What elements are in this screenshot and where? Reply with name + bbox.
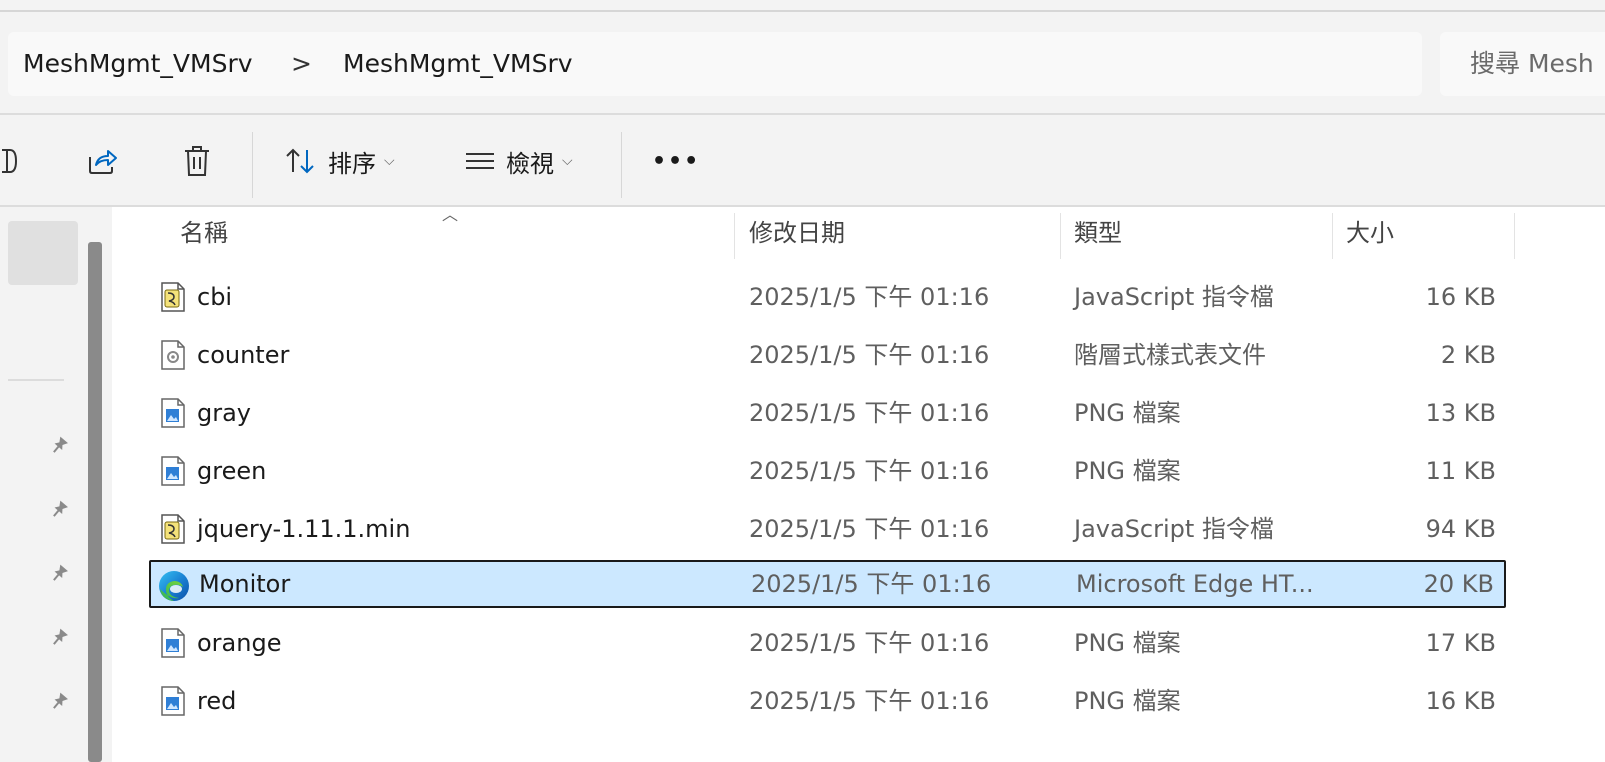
- column-resize-handle[interactable]: [1060, 213, 1061, 259]
- pin-icon[interactable]: [48, 563, 70, 585]
- command-bar: 排序 ⌵ 檢視 ⌵ •••: [0, 118, 1605, 204]
- file-row[interactable]: orange 2025/1/5 下午 01:16 PNG 檔案 17 KB: [149, 619, 1506, 667]
- file-row-selected[interactable]: Monitor 2025/1/5 下午 01:16 Microsoft Edge…: [149, 560, 1506, 608]
- file-size: 16 KB: [1425, 687, 1496, 715]
- address-bar[interactable]: MeshMgmt_VMSrv > MeshMgmt_VMSrv: [8, 32, 1422, 96]
- image-file-icon: [161, 398, 185, 428]
- file-type: PNG 檔案: [1074, 399, 1181, 427]
- file-row[interactable]: red 2025/1/5 下午 01:16 PNG 檔案 16 KB: [149, 677, 1506, 725]
- trash-icon: [185, 146, 209, 176]
- image-file-icon: [161, 686, 185, 716]
- view-list-icon: [466, 153, 494, 169]
- edge-html-file-icon: [159, 571, 189, 601]
- file-size: 20 KB: [1423, 570, 1494, 598]
- file-name: jquery-1.11.1.min: [197, 515, 411, 543]
- file-size: 13 KB: [1425, 399, 1496, 427]
- file-size: 2 KB: [1440, 341, 1496, 369]
- sort-ascending-icon: ︿: [442, 205, 459, 224]
- pin-icon[interactable]: [48, 499, 70, 521]
- window-top-border: [0, 10, 1605, 12]
- view-label: 檢視: [506, 149, 554, 178]
- file-type: PNG 檔案: [1074, 687, 1181, 715]
- pin-icon[interactable]: [48, 627, 70, 649]
- chevron-down-icon: ⌵: [384, 153, 395, 169]
- file-name: red: [197, 687, 237, 715]
- view-button[interactable]: 檢視 ⌵: [464, 118, 573, 204]
- image-file-icon: [161, 456, 185, 486]
- file-size: 94 KB: [1425, 515, 1496, 543]
- file-type: JavaScript 指令檔: [1074, 515, 1274, 543]
- delete-button[interactable]: [182, 118, 212, 204]
- file-size: 16 KB: [1425, 283, 1496, 311]
- file-name: counter: [197, 341, 290, 369]
- script-file-icon: [161, 282, 185, 312]
- divider: [0, 113, 1605, 115]
- file-date: 2025/1/5 下午 01:16: [751, 570, 992, 598]
- file-type: Microsoft Edge HT...: [1076, 570, 1314, 598]
- pin-icon[interactable]: [48, 691, 70, 713]
- file-date: 2025/1/5 下午 01:16: [749, 687, 990, 715]
- nav-scrollbar[interactable]: [88, 242, 102, 762]
- sort-arrows-icon: [286, 148, 314, 174]
- rename-icon: [2, 149, 18, 173]
- file-date: 2025/1/5 下午 01:16: [749, 515, 990, 543]
- column-resize-handle[interactable]: [734, 213, 735, 259]
- navigation-pane: [0, 207, 80, 762]
- file-row[interactable]: counter 2025/1/5 下午 01:16 階層式樣式表文件 2 KB: [149, 331, 1506, 379]
- breadcrumb-item-parent[interactable]: MeshMgmt_VMSrv: [23, 32, 253, 96]
- toolbar-separator: [252, 132, 253, 198]
- file-row[interactable]: cbi 2025/1/5 下午 01:16 JavaScript 指令檔 16 …: [149, 273, 1506, 321]
- more-options-icon: •••: [652, 148, 701, 174]
- search-input-placeholder[interactable]: 搜尋 Mesh: [1470, 32, 1594, 96]
- see-more-button[interactable]: •••: [652, 118, 700, 204]
- css-file-icon: [161, 340, 185, 370]
- file-date: 2025/1/5 下午 01:16: [749, 457, 990, 485]
- breadcrumb-item-current[interactable]: MeshMgmt_VMSrv: [343, 32, 573, 96]
- column-header-date[interactable]: 修改日期: [749, 207, 845, 259]
- file-type: PNG 檔案: [1074, 457, 1181, 485]
- file-name: cbi: [197, 283, 233, 311]
- share-button[interactable]: [86, 118, 118, 204]
- file-type: JavaScript 指令檔: [1074, 283, 1274, 311]
- file-date: 2025/1/5 下午 01:16: [749, 283, 990, 311]
- column-resize-handle[interactable]: [1514, 213, 1515, 259]
- share-icon: [89, 150, 117, 174]
- file-row[interactable]: green 2025/1/5 下午 01:16 PNG 檔案 11 KB: [149, 447, 1506, 495]
- toolbar-separator: [621, 132, 622, 198]
- file-name: gray: [197, 399, 252, 427]
- file-list: ︿ 名稱 修改日期 類型 大小 cbi 2025/1/5 下午 01:16 Ja…: [112, 205, 1605, 762]
- file-size: 11 KB: [1425, 457, 1496, 485]
- nav-divider: [8, 379, 64, 381]
- column-header-size[interactable]: 大小: [1346, 207, 1394, 259]
- file-name: orange: [197, 629, 282, 657]
- column-header-type[interactable]: 類型: [1074, 207, 1122, 259]
- image-file-icon: [161, 628, 185, 658]
- file-date: 2025/1/5 下午 01:16: [749, 629, 990, 657]
- rename-button[interactable]: [0, 118, 20, 204]
- file-name: green: [197, 457, 267, 485]
- chevron-down-icon: ⌵: [562, 153, 573, 169]
- column-header-name[interactable]: 名稱: [180, 207, 228, 259]
- file-date: 2025/1/5 下午 01:16: [749, 341, 990, 369]
- sort-button[interactable]: 排序 ⌵: [284, 118, 395, 204]
- sort-label: 排序: [328, 149, 376, 178]
- pin-icon[interactable]: [48, 435, 70, 457]
- nav-item-selected[interactable]: [8, 221, 78, 285]
- column-resize-handle[interactable]: [1332, 213, 1333, 259]
- file-type: 階層式樣式表文件: [1074, 341, 1266, 369]
- file-date: 2025/1/5 下午 01:16: [749, 399, 990, 427]
- file-row[interactable]: jquery-1.11.1.min 2025/1/5 下午 01:16 Java…: [149, 505, 1506, 553]
- breadcrumb-separator[interactable]: >: [291, 32, 312, 96]
- search-box[interactable]: 搜尋 Mesh: [1440, 32, 1605, 96]
- file-size: 17 KB: [1425, 629, 1496, 657]
- file-row[interactable]: gray 2025/1/5 下午 01:16 PNG 檔案 13 KB: [149, 389, 1506, 437]
- file-name: Monitor: [199, 570, 291, 598]
- file-type: PNG 檔案: [1074, 629, 1181, 657]
- script-file-icon: [161, 514, 185, 544]
